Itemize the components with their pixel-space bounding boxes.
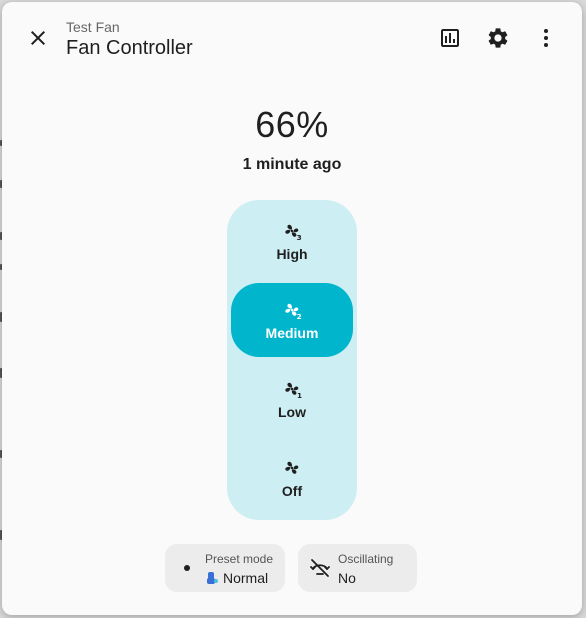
chart-box-icon <box>441 29 459 47</box>
oscillate-off-icon <box>308 556 332 580</box>
title-block: Test Fan Fan Controller <box>66 18 193 60</box>
dialog-subtitle: Test Fan <box>66 19 120 35</box>
more-info-dialog: Test Fan Fan Controller 66% 1 minute ago… <box>2 2 582 615</box>
oscillating-label: Oscillating <box>338 552 394 566</box>
svg-text:1: 1 <box>297 391 302 400</box>
last-changed: 1 minute ago <box>242 156 342 173</box>
mode-medium-button[interactable]: 2 Medium <box>231 283 353 357</box>
oscillating-chip[interactable]: Oscillating No <box>298 544 417 592</box>
state-value: 66% <box>255 104 329 145</box>
close-button[interactable] <box>18 18 58 58</box>
person-emoji-icon <box>207 572 218 584</box>
fan-speed-control: 3 High 2 Medium 1 Low Off <box>227 200 357 520</box>
history-button[interactable] <box>430 18 470 58</box>
gear-icon <box>488 28 508 48</box>
preset-mode-value-text: Normal <box>223 570 269 586</box>
preset-mode-chip[interactable]: Preset mode Normal <box>165 544 285 592</box>
fan-speed-2-icon: 2 <box>285 303 302 321</box>
mode-low-button[interactable]: 1 Low <box>231 362 353 436</box>
preset-mode-label: Preset mode <box>205 552 274 566</box>
svg-text:3: 3 <box>297 233 302 242</box>
fan-speed-1-icon: 1 <box>285 382 302 400</box>
close-icon <box>31 31 45 45</box>
preset-mode-value: Normal <box>205 570 268 586</box>
mode-low-label: Low <box>278 404 306 420</box>
fan-off-icon <box>285 461 299 474</box>
dots-vertical-icon <box>544 29 548 47</box>
fan-speed-3-icon: 3 <box>285 224 302 242</box>
mode-off-button[interactable]: Off <box>231 441 353 515</box>
mode-high-button[interactable]: 3 High <box>231 204 353 278</box>
dialog-title: Fan Controller <box>66 37 193 59</box>
dot-icon <box>175 556 199 580</box>
settings-button[interactable] <box>478 18 518 58</box>
mode-high-label: High <box>276 246 308 262</box>
mode-off-label: Off <box>281 483 303 499</box>
mode-medium-label: Medium <box>265 325 319 341</box>
more-options-button[interactable] <box>526 18 566 58</box>
svg-text:2: 2 <box>297 312 302 321</box>
dialog-header: Test Fan Fan Controller <box>2 2 582 78</box>
oscillating-value: No <box>338 570 356 586</box>
